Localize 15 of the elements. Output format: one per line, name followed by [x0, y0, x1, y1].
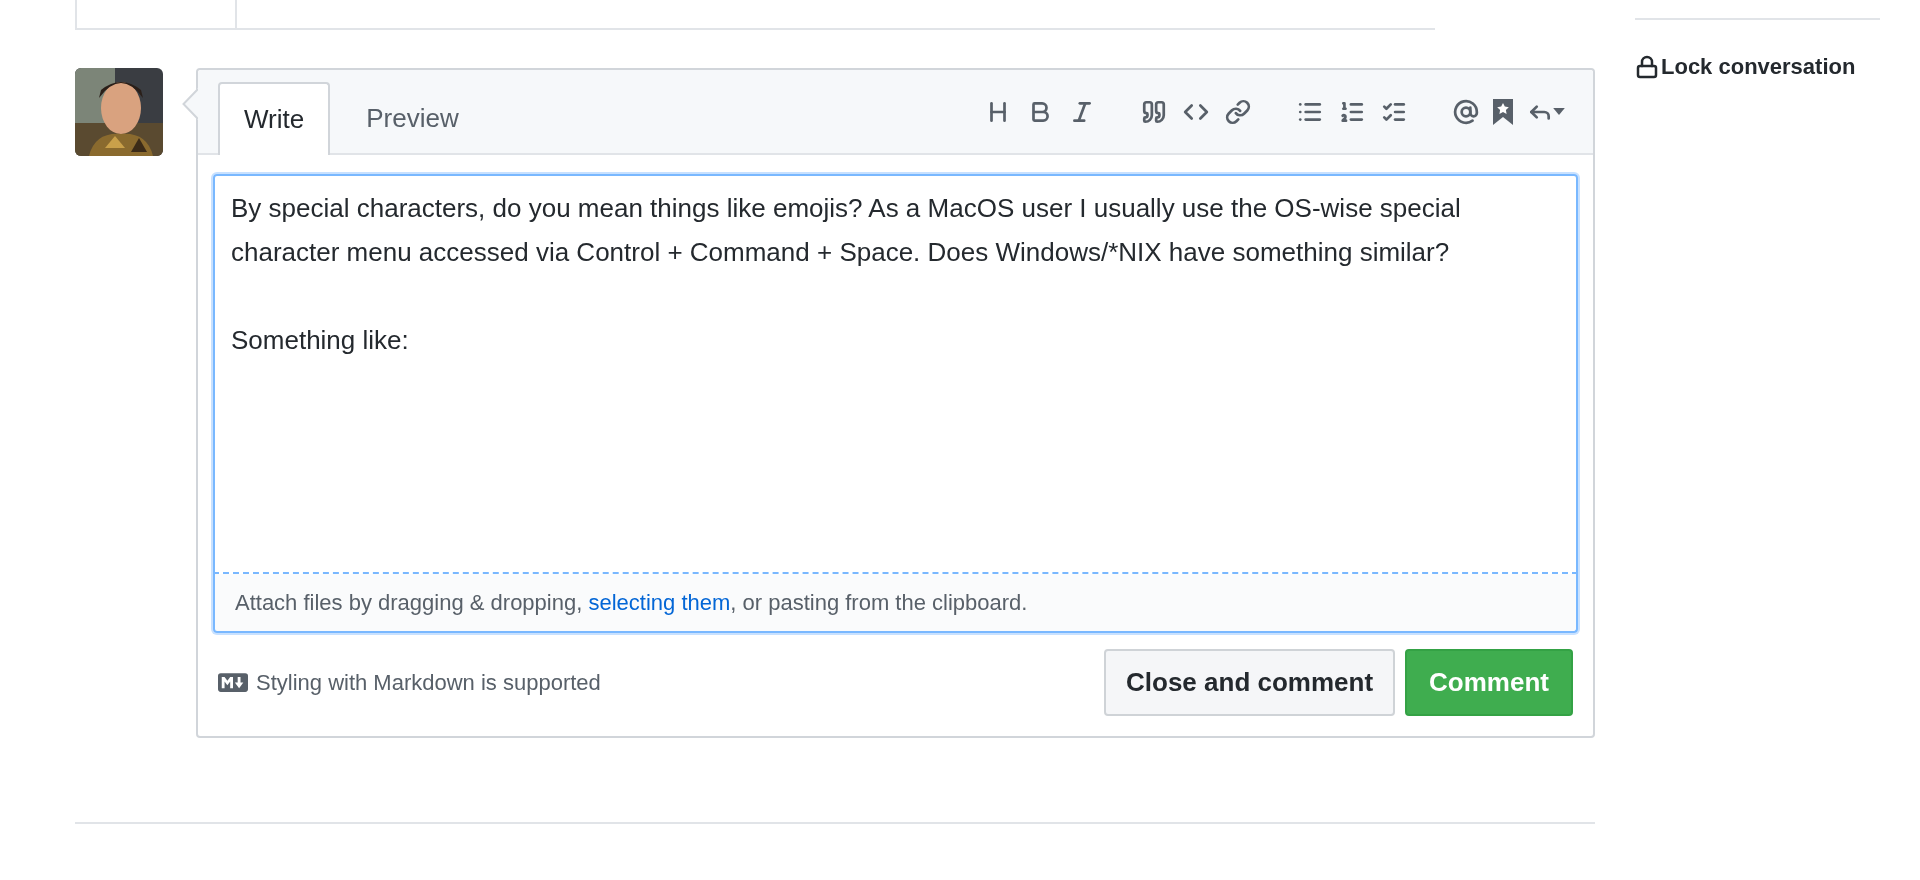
markdown-note: Styling with Markdown is supported — [256, 669, 601, 697]
editor-tab[interactable]: Preview — [330, 82, 495, 155]
quote-icon[interactable] — [1141, 98, 1167, 125]
caret-icon — [1553, 108, 1565, 115]
close-and-comment-button[interactable]: Close and comment — [1104, 649, 1396, 716]
link-icon[interactable] — [1225, 98, 1251, 125]
lock-icon — [1635, 53, 1659, 80]
attach-hint: Attach files by dragging & dropping, selecting them, or pasting from the clipboard. — [213, 574, 1578, 633]
editor-tab[interactable]: Write — [218, 82, 331, 155]
lock-conversation-link[interactable]: Lock conversation — [1635, 50, 1880, 83]
select-files-link[interactable]: selecting them — [588, 590, 731, 615]
bookmark-icon[interactable] — [1493, 98, 1513, 125]
mention-icon[interactable] — [1453, 98, 1479, 125]
markdown-icon — [218, 673, 248, 692]
comment-field[interactable]: By special characters, do you mean things like emojis? As a MacOS user I usually use the OS-wise special character menu accessed via Control + Command + Space. Does Windows/*NIX have something similar? Something like: — [213, 174, 1578, 574]
